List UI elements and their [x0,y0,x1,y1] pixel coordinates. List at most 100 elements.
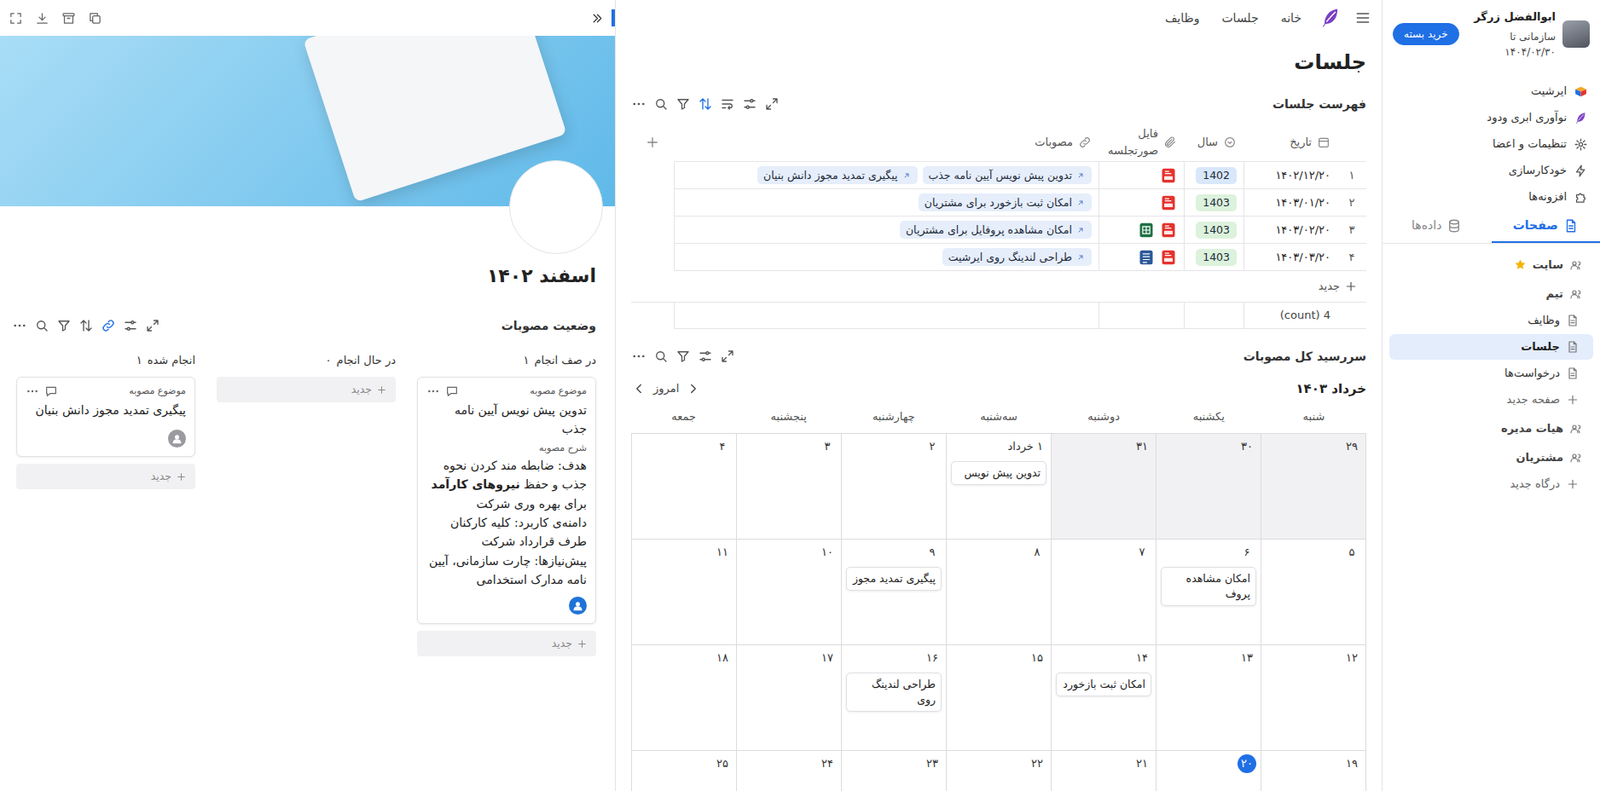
calendar-day[interactable]: ۱۳ [1155,645,1261,752]
excel-file-icon[interactable] [1137,221,1155,239]
comment-icon[interactable] [445,384,459,399]
kanban-card[interactable]: موضوع مصوبهتدوین پیش نویس آیین نامه جذبش… [417,376,597,625]
menu-item[interactable]: افزونه‌ها [1382,184,1600,211]
date-cell[interactable]: ۱۴۰۳/۰۲/۲۰ [1243,216,1338,244]
new-card-button[interactable]: جدید [216,376,396,403]
nav-link[interactable]: وظایف [1159,9,1206,28]
calendar-day[interactable]: ۱۸ [631,645,737,752]
sort-icon[interactable] [78,318,94,334]
calendar-day[interactable]: ۱۵ [945,645,1051,752]
pdf-file-icon[interactable] [1159,221,1177,239]
resolution-chip[interactable]: تدوین پیش نویس آیین نامه جذب [922,166,1092,185]
resolutions-cell[interactable]: طراحی لندینگ روی ایرشیت [673,243,1099,272]
tree-item[interactable]: هیات مدیره [1389,416,1594,442]
more-icon[interactable] [631,348,647,365]
link-icon[interactable] [100,318,116,334]
calendar-day[interactable]: ۱۶طراحی لندینگ روی [840,645,946,752]
calendar-day[interactable]: ۲۹ [1260,434,1366,540]
pdf-file-icon[interactable] [1159,194,1177,212]
calendar-day[interactable]: ۲۳ [840,751,946,791]
year-tag[interactable]: 1403 [1195,249,1237,267]
settings-icon[interactable] [122,318,139,334]
archive-icon[interactable] [61,11,76,26]
fullscreen-icon[interactable] [8,11,24,26]
files-cell[interactable] [1098,243,1184,272]
tree-item[interactable]: درگاه جدید [1389,471,1594,498]
tree-item[interactable]: سایت [1389,252,1594,279]
menu-item[interactable]: ایرشیت [1382,78,1600,105]
column-header[interactable]: فایل صورتجلسه [1098,122,1184,163]
calendar-day[interactable]: ۶امکان مشاهده پروف [1155,539,1261,646]
calendar-day[interactable]: ۵ [1260,539,1366,646]
calendar-day[interactable]: ۱۷ [736,645,841,752]
tree-item[interactable]: درخواست‌ها [1389,360,1594,387]
calendar-day[interactable]: ۳۱ [1050,434,1156,540]
expand-icon[interactable] [764,96,780,112]
calendar-day[interactable]: ۱۹ [1260,751,1366,791]
user-avatar[interactable] [1562,20,1590,48]
calendar-day[interactable]: ۱۴امکان ثبت بازخورد [1050,645,1156,752]
assignee-avatar-icon[interactable] [568,597,587,615]
year-cell[interactable]: 1403 [1183,216,1244,244]
chevron-left-icon[interactable] [631,381,647,397]
calendar-day[interactable]: ۲۵ [631,751,737,791]
date-cell[interactable]: ۱۴۰۲/۱۲/۲۰ [1243,162,1338,190]
table-row[interactable]: ۱۱۴۰۲/۱۲/۲۰1402تدوین پیش نویس آیین نامه … [631,162,1367,190]
collapse-icon[interactable] [590,11,605,26]
resolution-chip[interactable]: طراحی لندینگ روی ایرشیت [942,248,1092,267]
calendar-event[interactable]: امکان ثبت بازخورد [1055,672,1152,697]
pdf-file-icon[interactable] [1159,167,1177,185]
new-card-button[interactable]: جدید [417,631,597,657]
sort-icon[interactable] [697,96,714,112]
search-icon[interactable] [653,348,669,365]
more-icon[interactable] [426,384,441,399]
calendar-day[interactable]: ۱۲ [1260,645,1366,752]
date-cell[interactable]: ۱۴۰۳/۰۳/۲۰ [1243,243,1338,272]
year-cell[interactable]: 1403 [1183,243,1244,272]
calendar-day[interactable]: ۲۲ [945,751,1051,791]
resolution-chip[interactable]: پیگیری تمدید مجوز دانش بنیان [757,166,918,185]
year-cell[interactable]: 1403 [1183,189,1244,217]
nav-link[interactable]: جلسات [1216,9,1264,28]
filter-icon[interactable] [675,348,691,365]
calendar-event[interactable]: طراحی لندینگ روی [846,672,942,713]
calendar-day[interactable]: ۴ [631,434,737,540]
search-icon[interactable] [653,96,669,112]
menu-item[interactable]: تنظیمات و اعضا [1382,131,1600,158]
today-button[interactable]: امروز [653,380,679,398]
table-row[interactable]: ۳۱۴۰۳/۰۲/۲۰1403امکان مشاهده پروفایل برای… [631,216,1367,244]
table-row[interactable]: ۲۱۴۰۳/۰۱/۲۰1403امکان ثبت بازخورد برای مش… [631,189,1367,217]
filter-icon[interactable] [675,96,691,112]
resolutions-cell[interactable]: تدوین پیش نویس آیین نامه جذبپیگیری تمدید… [673,162,1099,190]
vadood-logo-icon[interactable] [1318,5,1343,30]
more-icon[interactable] [25,384,40,399]
sidebar-tab[interactable]: داده‌ها [1382,210,1492,244]
calendar-event[interactable]: امکان مشاهده پروف [1160,567,1257,607]
settings-icon[interactable] [742,96,758,112]
sidebar-tab[interactable]: صفحات [1491,210,1600,244]
menu-icon[interactable] [1354,9,1372,27]
calendar-day[interactable]: ۲۱ [1050,751,1156,791]
search-icon[interactable] [34,318,50,334]
tree-item[interactable]: جلسات [1389,334,1594,360]
year-cell[interactable]: 1402 [1183,162,1244,190]
calendar-day[interactable]: ۱۱ [631,539,737,646]
tree-item[interactable]: وظایف [1389,307,1594,334]
new-row-button[interactable]: جدید [631,271,1367,302]
expand-icon[interactable] [719,348,736,365]
column-header[interactable]: تاریخ [1243,122,1338,163]
more-icon[interactable] [631,96,647,112]
comment-icon[interactable] [44,384,58,399]
tree-item[interactable]: تیم [1389,281,1594,308]
calendar-day[interactable]: ۲۰ [1155,751,1261,791]
tree-item[interactable]: صفحه جدید [1389,387,1594,413]
calendar-day[interactable]: ۱۰ [736,539,841,646]
menu-item[interactable]: نوآوری ابری ودود [1382,104,1600,132]
pdf-file-icon[interactable] [1159,249,1177,267]
more-icon[interactable] [11,318,28,334]
files-cell[interactable] [1098,189,1184,217]
calendar-day[interactable]: ۸ [945,539,1051,646]
year-tag[interactable]: 1403 [1195,194,1237,212]
new-card-button[interactable]: جدید [16,463,196,490]
chevron-right-icon[interactable] [685,381,702,397]
